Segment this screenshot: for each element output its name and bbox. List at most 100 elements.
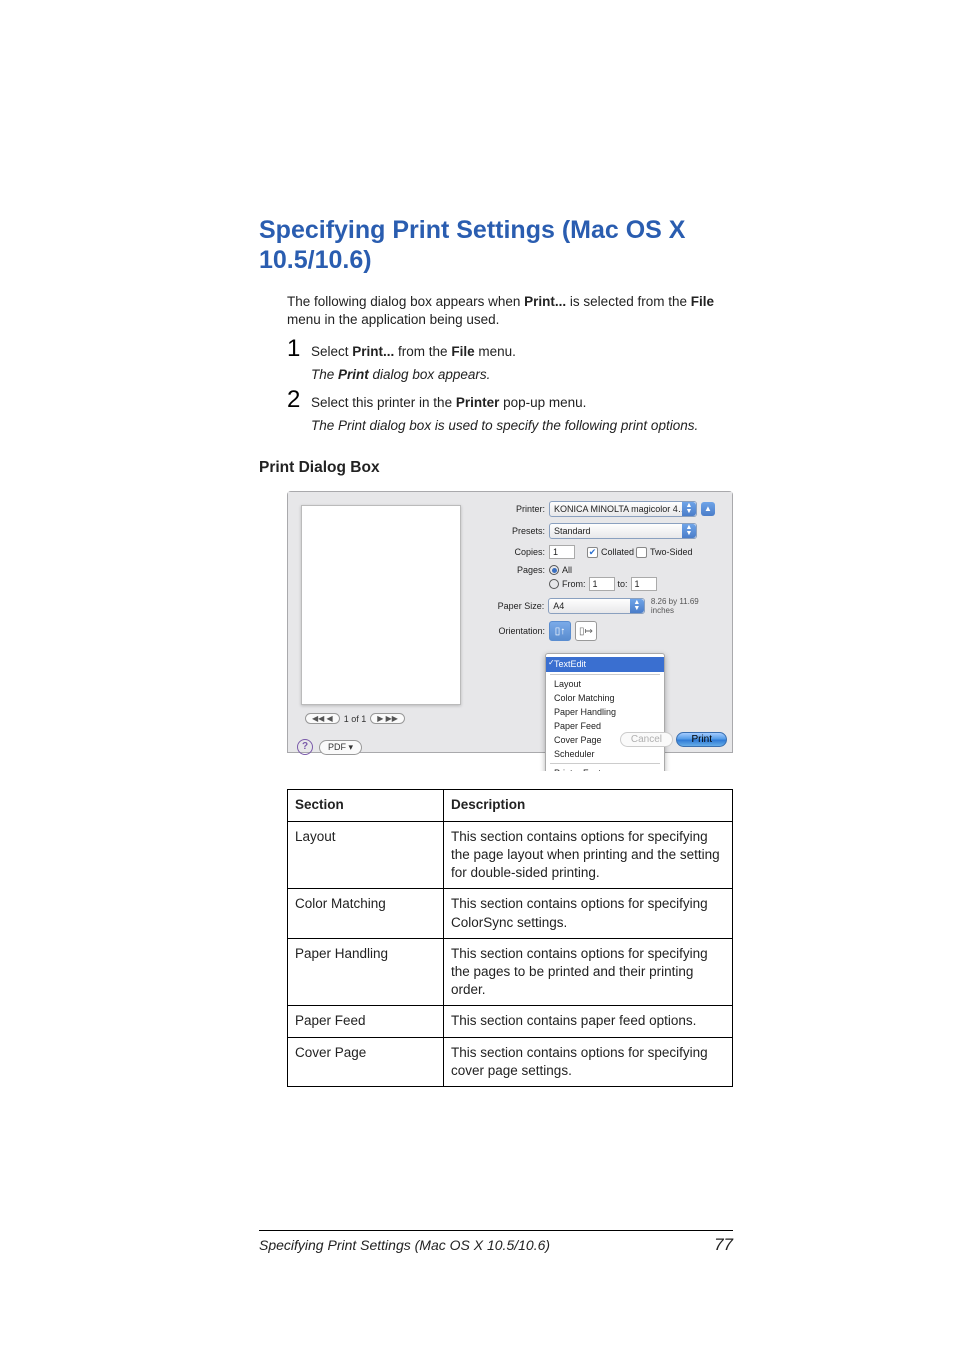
cell-desc: This section contains options for specif… [444,938,733,1006]
step2-pre: Select this printer in the [311,395,456,410]
menu-item-paperfeed[interactable]: Paper Feed [546,719,664,733]
cell-desc: This section contains options for specif… [444,1037,733,1086]
step2-b: Printer [456,395,500,410]
papersize-dim: 8.26 by 11.69 inches [651,597,723,615]
pager-num: 1 of 1 [344,714,367,724]
presets-value: Standard [554,526,591,536]
cell-desc: This section contains paper feed options… [444,1006,733,1037]
table-row: Paper Feed This section contains paper f… [288,1006,733,1037]
pages-label: Pages: [493,565,549,575]
table-row: Layout This section contains options for… [288,821,733,889]
footer-page-number: 77 [714,1235,733,1255]
chevron-updown-icon: ▲▼ [682,524,696,538]
papersize-value: A4 [553,601,564,611]
s1sub-b: Print [338,367,369,382]
textedit-label: TextEdit [554,659,586,669]
step-1-text: Select Print... from the File menu. [311,337,516,361]
pager-back[interactable]: ◀◀ ◀ [305,713,340,724]
menu-sep [550,763,660,764]
presets-label: Presets: [493,526,549,536]
cell-desc: This section contains options for specif… [444,821,733,889]
from-label: From: [562,579,586,589]
table-row: Paper Handling This section contains opt… [288,938,733,1006]
collated-label: Collated [601,547,634,557]
cancel-button[interactable]: Cancel [620,732,673,747]
printer-label: Printer: [493,504,549,514]
pager-fwd[interactable]: ▶ ▶▶ [370,713,405,724]
collated-checkbox[interactable]: ✔ [587,547,598,558]
printer-select[interactable]: KONICA MINOLTA magicolor 4… ▲▼ [549,501,697,517]
to-label: to: [618,579,628,589]
copies-input[interactable]: 1 [549,545,575,559]
cell-desc: This section contains options for specif… [444,889,733,938]
menu-item-textedit[interactable]: TextEdit [546,657,664,671]
collapse-button[interactable]: ▲ [701,502,715,516]
table-header-row: Section Description [288,790,733,821]
step-2: 2 Select this printer in the Printer pop… [287,386,734,414]
help-icon[interactable]: ? [297,739,313,755]
pages-from-radio[interactable] [549,579,559,589]
step-1-num: 1 [287,335,311,363]
print-button[interactable]: Print [676,732,727,747]
two-sided-checkbox[interactable] [636,547,647,558]
s1sub-post: dialog box appears. [369,367,491,382]
intro-text: The following dialog box appears when Pr… [287,293,734,329]
th-desc: Description [444,790,733,821]
from-input[interactable]: 1 [589,577,615,591]
intro-mid: is selected from the [566,294,691,309]
cell-section: Cover Page [288,1037,444,1086]
orientation-label: Orientation: [493,626,549,636]
cell-section: Color Matching [288,889,444,938]
orientation-landscape[interactable]: ▯↦ [575,621,597,641]
orientation-portrait[interactable]: ▯↑ [549,621,571,641]
to-input[interactable]: 1 [631,577,657,591]
step-1-sub: The Print dialog box appears. [311,367,734,382]
table-row: Cover Page This section contains options… [288,1037,733,1086]
intro-pre: The following dialog box appears when [287,294,524,309]
step2-post: pop-up menu. [499,395,586,410]
chevron-updown-icon: ▲▼ [682,502,696,516]
pages-all-label: All [562,565,572,575]
page-heading: Specifying Print Settings (Mac OS X 10.5… [259,215,734,275]
menu-sep [550,674,660,675]
cell-section: Layout [288,821,444,889]
two-sided-label: Two-Sided [650,547,693,557]
print-dialog: ◀◀ ◀ 1 of 1 ▶ ▶▶ ? PDF ▾ Printer: KONICA… [287,491,733,771]
preview-thumbnail [301,505,461,705]
cell-section: Paper Feed [288,1006,444,1037]
printer-value: KONICA MINOLTA magicolor 4… [554,504,687,514]
step1-b1: Print... [352,344,394,359]
menu-item-printerfeatures[interactable]: Printer Features [546,766,664,771]
step-2-text: Select this printer in the Printer pop-u… [311,388,586,412]
menu-item-paperhandling[interactable]: Paper Handling [546,705,664,719]
step-2-num: 2 [287,386,311,414]
pdf-button[interactable]: PDF ▾ [319,740,362,755]
step1-b2: File [451,344,474,359]
menu-item-colormatching[interactable]: Color Matching [546,691,664,705]
preview-pager: ◀◀ ◀ 1 of 1 ▶ ▶▶ [305,713,405,724]
cell-section: Paper Handling [288,938,444,1006]
table-row: Color Matching This section contains opt… [288,889,733,938]
pages-all-radio[interactable] [549,565,559,575]
intro-b2: File [691,294,714,309]
intro-post: menu in the application being used. [287,312,499,327]
menu-item-layout[interactable]: Layout [546,677,664,691]
step1-mid: from the [394,344,451,359]
intro-b1: Print... [524,294,566,309]
step1-post: menu. [475,344,516,359]
menu-item-scheduler[interactable]: Scheduler [546,747,664,761]
th-section: Section [288,790,444,821]
presets-select[interactable]: Standard ▲▼ [549,523,697,539]
chevron-updown-icon: ▲▼ [630,599,644,613]
page-footer: Specifying Print Settings (Mac OS X 10.5… [259,1230,733,1255]
step1-pre: Select [311,344,352,359]
section-popup-menu[interactable]: TextEdit Layout Color Matching Paper Han… [545,653,665,771]
s1sub-pre: The [311,367,338,382]
papersize-label: Paper Size: [493,601,548,611]
papersize-select[interactable]: A4 ▲▼ [548,598,645,614]
copies-label: Copies: [493,547,549,557]
section-table: Section Description Layout This section … [287,789,733,1087]
footer-title: Specifying Print Settings (Mac OS X 10.5… [259,1237,550,1253]
subheading: Print Dialog Box [259,459,734,477]
step-2-sub: The Print dialog box is used to specify … [311,418,734,433]
